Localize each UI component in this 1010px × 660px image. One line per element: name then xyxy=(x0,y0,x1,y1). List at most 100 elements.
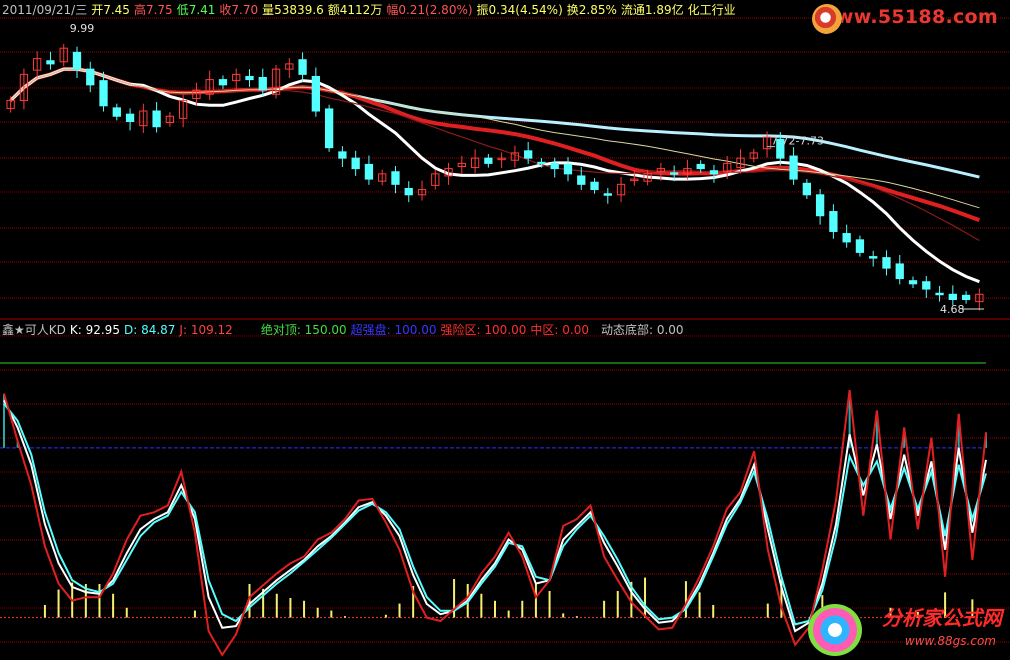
signal-bar xyxy=(289,597,292,618)
moving-average-line xyxy=(9,67,980,284)
ultra-strong-value: 超强盘: 100.00 xyxy=(350,323,437,337)
abs-top-value: 绝对顶: 150.00 xyxy=(260,323,347,337)
candle-body xyxy=(948,293,957,301)
candle-body xyxy=(245,75,254,81)
candle-body xyxy=(842,233,851,243)
candle-body xyxy=(152,110,161,128)
signal-bar xyxy=(548,590,551,618)
signal-bar xyxy=(343,616,346,618)
candle-body xyxy=(869,256,878,259)
candle-body xyxy=(577,175,586,185)
candle-body xyxy=(935,292,944,296)
price-info-bar: 2011/09/21/三 开7.45 高7.75 低7.41 收7.70 量53839.6… xyxy=(2,1,740,18)
signal-bar xyxy=(303,600,306,618)
candle-body xyxy=(324,108,334,149)
candle-body xyxy=(524,150,533,159)
turnover-label: 换2.85% xyxy=(566,3,617,17)
watermark-top: www.55188.com xyxy=(818,6,998,28)
candle-body xyxy=(258,77,267,91)
change-label: 幅0.21(2.80%) xyxy=(386,3,473,17)
signal-bar xyxy=(112,593,115,618)
signal-bar xyxy=(507,610,510,618)
candle-body xyxy=(669,172,679,175)
candle-body xyxy=(99,80,108,107)
middle-value: 中区: 0.00 xyxy=(530,323,589,337)
indicator-info-bar: 鑫★可人KD K: 92.95 D: 84.87 J: 109.12 绝对顶: 150.… xyxy=(2,321,688,338)
flower-logo-icon xyxy=(808,604,862,656)
k-value: K: 92.95 xyxy=(69,323,120,337)
candle-body xyxy=(590,181,599,191)
candle-body xyxy=(351,157,360,170)
candle-body xyxy=(961,294,971,301)
kdj-d-line xyxy=(3,403,987,626)
date-label: 2011/09/21/三 xyxy=(2,3,88,17)
signal-bar xyxy=(603,600,606,618)
watermark-bottom: 分析家公式网 xyxy=(882,606,1002,630)
moving-average-line xyxy=(10,68,980,209)
candle-body xyxy=(855,239,865,253)
candle-body xyxy=(922,281,931,290)
signal-bar xyxy=(562,613,565,618)
candle-body xyxy=(802,182,812,196)
signal-bar xyxy=(616,590,619,618)
signal-bar xyxy=(712,604,715,618)
candle-body xyxy=(364,163,374,180)
site-logo-icon xyxy=(812,4,842,34)
j-value: J: 109.12 xyxy=(179,323,233,337)
candle-body xyxy=(112,107,121,117)
indicator-name: 鑫★可人KD xyxy=(2,323,66,337)
signal-bar xyxy=(521,600,524,618)
candle-body xyxy=(391,171,400,185)
candle-body xyxy=(815,194,825,217)
candle-body xyxy=(484,157,493,164)
amount-label: 额4112万 xyxy=(327,3,383,17)
candle-body xyxy=(696,163,705,170)
amplitude-label: 振0.34(4.54%) xyxy=(476,3,563,17)
candle-body xyxy=(908,280,918,285)
volume-label: 量53839.6 xyxy=(262,3,324,17)
high-label: 高7.75 xyxy=(133,3,173,17)
candle-body xyxy=(218,79,228,86)
high-price-label: 9.99 xyxy=(70,22,95,35)
signal-bar xyxy=(98,583,101,618)
watermark-bottom-url: www.88gs.com xyxy=(904,634,996,648)
candle-body xyxy=(298,59,307,75)
candle-body xyxy=(537,161,546,165)
open-label: 开7.45 xyxy=(91,3,130,17)
signal-bar xyxy=(43,604,46,618)
candle-body xyxy=(550,162,559,170)
candle-body xyxy=(829,211,838,232)
candle-body xyxy=(311,75,321,112)
industry-label: 化工行业 xyxy=(687,3,736,17)
signal-bar xyxy=(125,607,128,618)
candle-body xyxy=(86,68,95,86)
candle-body xyxy=(404,188,413,196)
low-price-label: 4.68 xyxy=(940,303,965,316)
signal-bar xyxy=(575,616,578,618)
signal-bar xyxy=(766,603,769,618)
low-label: 低7.41 xyxy=(176,3,216,17)
signal-bar xyxy=(57,589,60,618)
dyn-bottom-value: 动态底部: 0.00 xyxy=(600,323,684,337)
signal-bar xyxy=(494,600,496,618)
candle-body xyxy=(72,51,82,70)
signal-bar xyxy=(193,610,196,618)
strong-zone-value: 强险区: 100.00 xyxy=(440,323,527,337)
close-label: 收7.70 xyxy=(219,3,259,17)
candle-body xyxy=(789,155,798,180)
candle-body xyxy=(882,257,891,269)
signal-bar xyxy=(316,607,319,618)
candle-body xyxy=(603,193,612,196)
signal-bar xyxy=(698,592,701,618)
signal-bar xyxy=(684,581,687,618)
mid-price-label: 7.72-7.73 xyxy=(771,135,824,148)
signal-bar xyxy=(480,593,483,618)
signal-bar xyxy=(330,610,333,618)
candle-body xyxy=(895,263,904,280)
signal-bar xyxy=(644,577,647,618)
candle-body xyxy=(338,151,347,159)
signal-bar xyxy=(384,614,387,618)
candle-body xyxy=(46,60,55,65)
candle-body xyxy=(709,170,719,175)
d-value: D: 84.87 xyxy=(123,323,176,337)
